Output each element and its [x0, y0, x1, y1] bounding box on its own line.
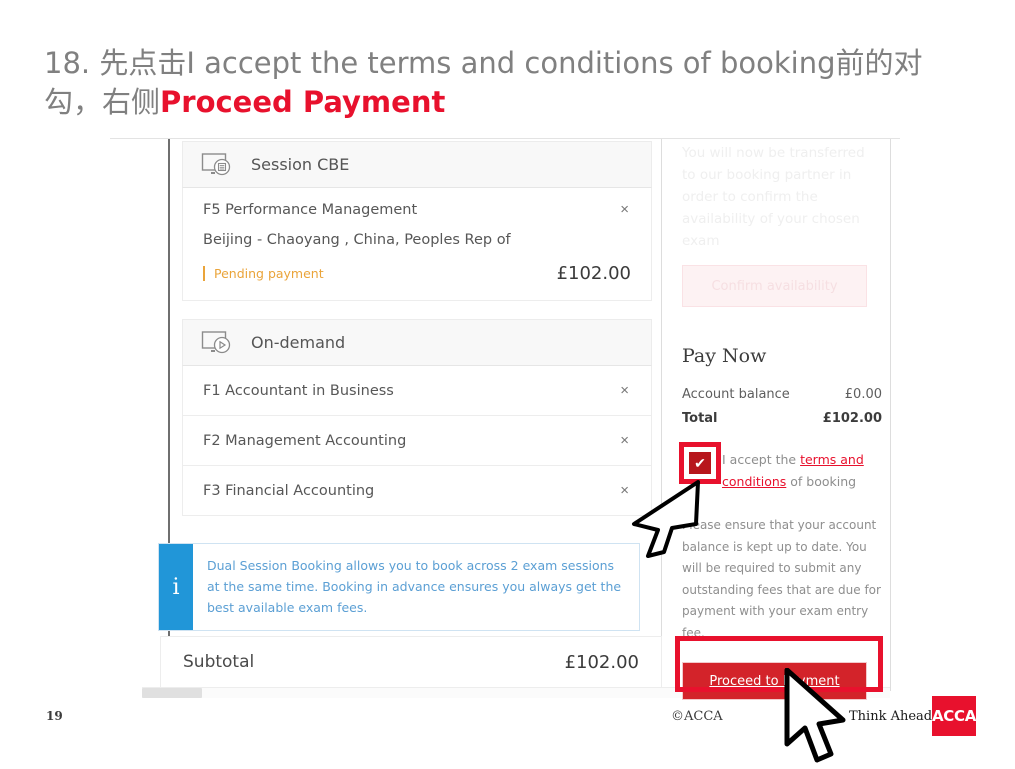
embedded-screenshot: Session CBE F5 Performance Management × … — [110, 128, 900, 700]
info-icon: i — [159, 544, 193, 630]
proceed-to-payment-label: Proceed to Payment — [709, 673, 840, 689]
list-item: F2 Management Accounting × — [182, 416, 652, 466]
balance-disclaimer: Please ensure that your account balance … — [682, 518, 881, 640]
proceed-to-payment-button[interactable]: Proceed to Payment — [682, 662, 867, 700]
remove-exam-icon[interactable]: × — [618, 433, 631, 448]
info-banner: i Dual Session Booking allows you to boo… — [158, 543, 640, 631]
group-label: Session CBE — [251, 155, 350, 174]
group-header-on-demand: On-demand — [182, 319, 652, 366]
exam-card: F5 Performance Management × Beijing - Ch… — [182, 188, 652, 301]
list-item: F3 Financial Accounting × — [182, 466, 652, 516]
booking-cart: Session CBE F5 Performance Management × … — [182, 141, 652, 516]
status-bar — [203, 266, 205, 281]
accept-prefix: I accept the — [722, 452, 801, 467]
monitor-ondemand-icon — [201, 330, 235, 356]
transfer-notice: You will now be transferred to our booki… — [682, 145, 865, 249]
copyright-text: ©ACCA — [671, 709, 723, 724]
checkout-panel: You will now be transferred to our booki… — [682, 142, 882, 700]
monitor-session-icon — [201, 152, 235, 178]
right-vertical-rule — [890, 139, 891, 691]
exam-name: F3 Financial Accounting — [203, 482, 375, 499]
checkmark-icon: ✔ — [694, 455, 706, 471]
accept-terms-label: I accept the terms and conditions of boo… — [722, 448, 882, 493]
account-balance-label: Account balance — [682, 387, 790, 402]
account-balance-row: Account balance £0.00 — [682, 387, 882, 402]
accept-terms-checkbox[interactable]: ✔ — [689, 452, 711, 474]
slide-page-number: 19 — [46, 709, 63, 723]
page-title-emphasis: Proceed Payment — [160, 85, 446, 119]
page-title-line2: 勾，右侧 — [44, 85, 161, 119]
brand-tagline: Think Ahead — [849, 709, 933, 724]
acca-logo-text: ACCA — [931, 707, 977, 725]
total-row: Total £102.00 — [682, 411, 882, 426]
screenshot-top-divider — [110, 138, 900, 139]
page-title: 18. 先点击I accept the terms and conditions… — [44, 44, 979, 122]
status-badge: Pending payment — [203, 266, 324, 281]
page-title-line1: 18. 先点击I accept the terms and conditions… — [44, 46, 923, 80]
accept-terms-block: I accept the terms and conditions of boo… — [682, 448, 882, 493]
total-value: £102.00 — [822, 411, 882, 426]
accept-suffix: of booking — [786, 474, 857, 489]
exam-amount: £102.00 — [556, 263, 631, 284]
exam-name: F1 Accountant in Business — [203, 382, 394, 399]
list-item: F1 Accountant in Business × — [182, 366, 652, 416]
confirm-availability-button[interactable]: Confirm availability — [682, 265, 867, 307]
acca-logo: ACCA — [932, 696, 976, 736]
total-label: Total — [682, 411, 718, 426]
remove-exam-icon[interactable]: × — [618, 383, 631, 398]
subtotal-row: Subtotal £102.00 — [160, 636, 662, 688]
group-label: On-demand — [251, 333, 346, 352]
remove-exam-icon[interactable]: × — [618, 202, 631, 217]
pay-now-heading: Pay Now — [682, 345, 767, 367]
account-balance-value: £0.00 — [844, 387, 882, 402]
center-vertical-rule — [661, 139, 662, 691]
subtotal-label: Subtotal — [183, 652, 255, 672]
subtotal-amount: £102.00 — [564, 651, 639, 673]
status-label: Pending payment — [214, 266, 324, 281]
exam-name: F5 Performance Management — [203, 202, 418, 218]
scrollbar-thumb[interactable] — [142, 688, 202, 698]
info-banner-text: Dual Session Booking allows you to book … — [207, 558, 622, 615]
group-header-session-cbe: Session CBE — [182, 141, 652, 188]
exam-name: F2 Management Accounting — [203, 432, 407, 449]
remove-exam-icon[interactable]: × — [618, 483, 631, 498]
exam-location: Beijing - Chaoyang , China, Peoples Rep … — [203, 232, 511, 248]
